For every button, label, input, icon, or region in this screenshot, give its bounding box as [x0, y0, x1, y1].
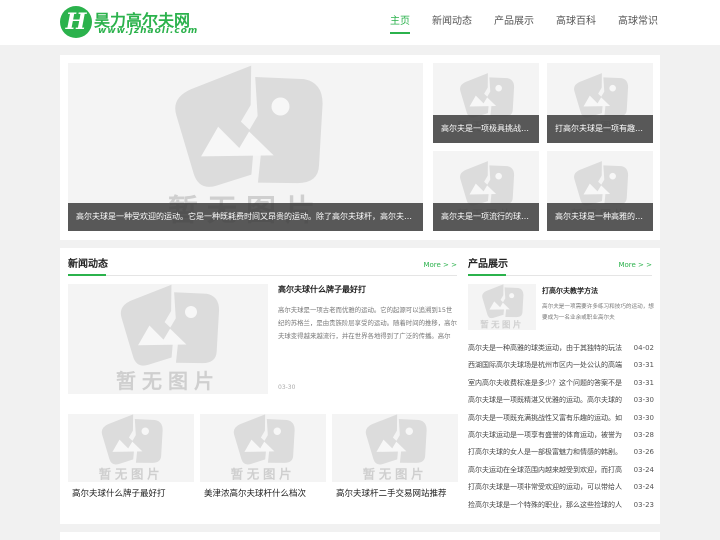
news-title-underline — [68, 274, 106, 276]
news-thumb-title[interactable]: 高尔夫球什么牌子最好打 — [72, 488, 196, 500]
list-item-date: 03-31 — [633, 378, 654, 387]
news-thumb-title[interactable]: 美津浓高尔夫球杆什么档次 — [204, 488, 328, 500]
no-image-icon: 暂无图片 — [116, 284, 220, 393]
no-image-text: 暂无图片 — [99, 466, 163, 481]
news-thumb-title[interactable]: 高尔夫球杆二手交易网站推荐 — [336, 488, 460, 500]
product-article-list: 高尔夫是一种高雅的球类运动，由于其独特的玩法 04-02 西湖国际高尔夫球场是杭州市… — [468, 340, 654, 514]
list-item-date: 03-24 — [633, 465, 654, 474]
nav-item-knowledge[interactable]: 高球常识 — [618, 0, 658, 45]
products-title-underline — [468, 274, 506, 276]
list-item[interactable]: 高尔夫是一项既充满挑战性又富有乐趣的运动。如 03-30 — [468, 410, 654, 427]
main-nav: 主页 新闻动态 产品展示 高球百科 高球常识 — [368, 0, 658, 45]
list-item-date: 03-24 — [633, 483, 654, 492]
list-item[interactable]: 捡高尔夫球是一个特殊的职业，那么这些捡球的人 03-23 — [468, 497, 654, 514]
news-lead-summary: 高尔夫球是一项古老而优雅的运动。它的起源可以追溯到15世纪的苏格兰，是由贵族阶层… — [278, 306, 457, 340]
products-more-link[interactable]: More > > — [618, 256, 652, 274]
news-panel: 新闻动态 More > > 暂无图片 高尔夫球什么牌子最好打 高尔夫球是一项古老… — [60, 248, 465, 524]
banner-tile[interactable]: 暂无图片 高尔夫是一项流行的球类运动 — [433, 151, 539, 231]
news-thumb-image[interactable]: 暂无图片 — [332, 414, 458, 482]
list-item-title: 捡高尔夫球是一个特殊的职业，那么这些捡球的人 — [468, 500, 622, 509]
list-item[interactable]: 高尔夫球运动是一项享有盛誉的体育运动，被誉为 03-28 — [468, 427, 654, 444]
no-image-icon: 暂无图片 — [363, 414, 427, 481]
list-item-date: 03-31 — [633, 361, 654, 370]
banner-main[interactable]: 暂无图片 高尔夫球是一种受欢迎的运动。它是一种既耗费时间又昂贵的运动。除了高尔夫… — [68, 63, 423, 231]
news-panel-header: 新闻动态 More > > — [68, 256, 457, 276]
no-image-text: 暂无图片 — [116, 369, 220, 393]
no-image-text: 暂无图片 — [480, 320, 524, 330]
banner-tile-caption: 高尔夫球是一种高雅的球类运动 — [547, 203, 653, 231]
footer-strip — [60, 532, 660, 540]
news-more-link[interactable]: More > > — [423, 256, 457, 274]
list-item-date: 03-26 — [633, 448, 654, 457]
products-panel-title: 产品展示 — [468, 259, 508, 270]
banner-tile-caption: 高尔夫是一项极具挑战性的运动 — [433, 115, 539, 143]
list-item-title: 高尔夫运动在全球范围内越来越受到欢迎，而打高 — [468, 465, 622, 474]
list-item-title: 室内高尔夫收费标准是多少？这个问题的答案不是 — [468, 378, 622, 387]
banner-tile-caption: 高尔夫是一项流行的球类运动 — [433, 203, 539, 231]
banner-tile[interactable]: 暂无图片 打高尔夫球是一项有趣而富有挑战性的运动 — [547, 63, 653, 143]
list-item-title: 高尔夫是一项既充满挑战性又富有乐趣的运动。如 — [468, 413, 622, 422]
list-item-title: 高尔夫球是一项既精湛又优雅的运动。高尔夫球的 — [468, 396, 622, 405]
news-thumb-image[interactable]: 暂无图片 — [200, 414, 326, 482]
list-item-title: 打高尔夫球的女人是一部极富魅力和情感的韩剧。 — [468, 448, 622, 457]
banner: 暂无图片 高尔夫球是一种受欢迎的运动。它是一种既耗费时间又昂贵的运动。除了高尔夫… — [60, 55, 660, 240]
list-item-title: 高尔夫球运动是一项享有盛誉的体育运动，被誉为 — [468, 430, 622, 439]
banner-tile[interactable]: 暂无图片 高尔夫是一项极具挑战性的运动 — [433, 63, 539, 143]
nav-item-encyclopedia[interactable]: 高球百科 — [556, 0, 596, 45]
news-panel-title: 新闻动态 — [68, 259, 108, 270]
site-logo[interactable]: H 昊力高尔夫网 www.jzhaoli.com — [60, 6, 210, 38]
logo-mark-icon: H — [60, 6, 92, 38]
no-image-icon: 暂无图片 — [99, 414, 163, 481]
list-item-date: 04-02 — [633, 344, 654, 352]
products-panel-header: 产品展示 More > > — [468, 256, 652, 276]
banner-tile[interactable]: 暂无图片 高尔夫球是一种高雅的球类运动 — [547, 151, 653, 231]
list-item-date: 03-28 — [633, 430, 654, 439]
logo-url: www.jzhaoli.com — [98, 26, 199, 36]
news-lead-image[interactable]: 暂无图片 — [68, 284, 268, 394]
nav-item-home[interactable]: 主页 — [390, 0, 410, 34]
nav-item-products[interactable]: 产品展示 — [494, 0, 534, 45]
product-featured-title[interactable]: 打高尔夫教学方法 — [542, 286, 598, 296]
list-item-date: 03-30 — [633, 413, 654, 422]
list-item[interactable]: 高尔夫球是一项既精湛又优雅的运动。高尔夫球的 03-30 — [468, 392, 654, 409]
products-panel: 产品展示 More > > 暂无图片 打高尔夫教学方法 高尔夫是一项需要许多练习… — [460, 248, 660, 524]
banner-tile-caption: 打高尔夫球是一项有趣而富有挑战性的运动 — [547, 115, 653, 143]
no-image-icon: 暂无图片 — [480, 284, 524, 330]
list-item[interactable]: 高尔夫是一种高雅的球类运动，由于其独特的玩法 04-02 — [468, 340, 654, 357]
site-header: H 昊力高尔夫网 www.jzhaoli.com 主页 新闻动态 产品展示 高球… — [0, 0, 720, 45]
product-featured-summary: 高尔夫是一项需要许多练习和技巧的运动，想要成为一名业余或职业高尔夫 — [542, 304, 654, 321]
list-item[interactable]: 打高尔夫球是一项非常受欢迎的运动，可以带给人 03-24 — [468, 479, 654, 496]
banner-main-caption: 高尔夫球是一种受欢迎的运动。它是一种既耗费时间又昂贵的运动。除了高尔夫球杆，高尔… — [68, 203, 423, 231]
nav-item-news[interactable]: 新闻动态 — [432, 0, 472, 45]
no-image-text: 暂无图片 — [231, 466, 295, 481]
list-item-title: 西湖国际高尔夫球场是杭州市区内一处公认的高端 — [468, 361, 622, 370]
list-item[interactable]: 西湖国际高尔夫球场是杭州市区内一处公认的高端 03-31 — [468, 357, 654, 374]
list-item[interactable]: 高尔夫运动在全球范围内越来越受到欢迎，而打高 03-24 — [468, 462, 654, 479]
list-item-title: 打高尔夫球是一项非常受欢迎的运动，可以带给人 — [468, 483, 622, 492]
list-item-title: 高尔夫是一种高雅的球类运动，由于其独特的玩法 — [468, 344, 622, 352]
news-lead-title[interactable]: 高尔夫球什么牌子最好打 — [278, 284, 366, 295]
news-lead-date: 03-30 — [278, 384, 296, 391]
news-thumb-image[interactable]: 暂无图片 — [68, 414, 194, 482]
list-item-date: 03-23 — [633, 500, 654, 509]
product-featured-image[interactable]: 暂无图片 — [468, 284, 536, 330]
list-item-date: 03-30 — [633, 396, 654, 405]
no-image-text: 暂无图片 — [363, 466, 427, 481]
list-item[interactable]: 室内高尔夫收费标准是多少？这个问题的答案不是 03-31 — [468, 375, 654, 392]
no-image-icon: 暂无图片 — [231, 414, 295, 481]
list-item[interactable]: 打高尔夫球的女人是一部极富魅力和情感的韩剧。 03-26 — [468, 444, 654, 461]
